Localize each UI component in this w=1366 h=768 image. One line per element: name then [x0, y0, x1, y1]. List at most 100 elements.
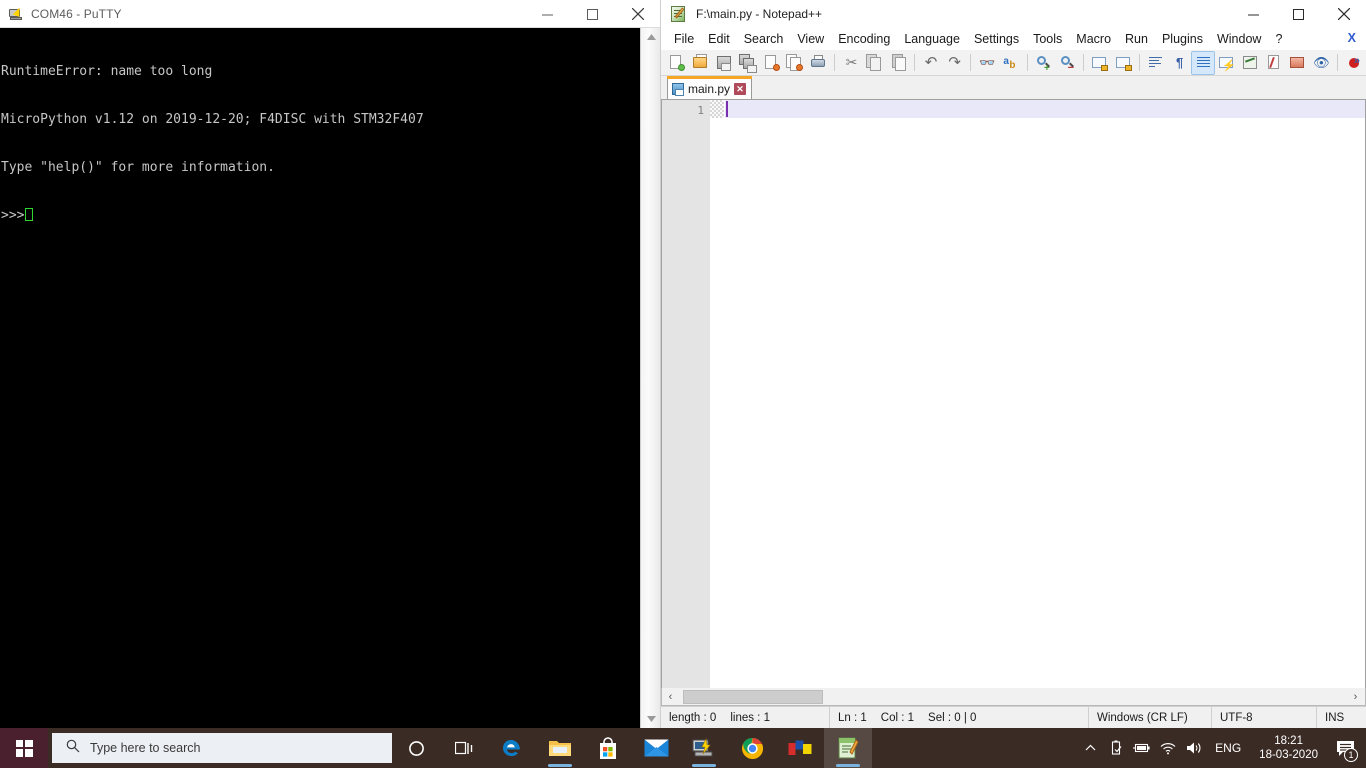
- npp-close-button[interactable]: [1321, 0, 1366, 28]
- putty-title-bar[interactable]: COM46 - PuTTY: [0, 0, 660, 28]
- scroll-up-icon[interactable]: [641, 28, 660, 46]
- tab-close-icon[interactable]: ✕: [734, 82, 747, 95]
- taskbar-item-microsoft-store[interactable]: [584, 728, 632, 768]
- menu-encoding[interactable]: Encoding: [831, 30, 897, 48]
- taskbar-item-notepad-plus-plus[interactable]: [824, 728, 872, 768]
- toolbar-separator: [1337, 54, 1339, 71]
- new-file-icon[interactable]: [665, 51, 689, 75]
- putty-minimize-button[interactable]: [525, 0, 570, 28]
- putty-close-button[interactable]: [615, 0, 660, 28]
- taskbar-app-icons: [392, 728, 872, 768]
- redo-icon[interactable]: ↷: [943, 51, 967, 75]
- toolbar-separator: [1026, 54, 1028, 71]
- action-center-button[interactable]: 1: [1328, 728, 1362, 768]
- menu-macro[interactable]: Macro: [1069, 30, 1118, 48]
- terminal-line: RuntimeError: name too long: [1, 64, 213, 79]
- undo-icon[interactable]: ↶: [919, 51, 943, 75]
- menu-window[interactable]: Window: [1210, 30, 1268, 48]
- terminal-cursor: [25, 208, 34, 221]
- taskbar-item-file-explorer[interactable]: [536, 728, 584, 768]
- menu-file[interactable]: File: [667, 30, 701, 48]
- terminal-prompt-line: >>>: [1, 208, 640, 224]
- taskbar-item-mail[interactable]: [632, 728, 680, 768]
- putty-vertical-scrollbar[interactable]: [640, 28, 660, 728]
- menu-help[interactable]: ?: [1268, 30, 1289, 48]
- tab-label: main.py: [688, 81, 731, 96]
- npp-maximize-button[interactable]: [1276, 0, 1321, 28]
- save-all-icon[interactable]: [736, 51, 760, 75]
- editor-horizontal-scrollbar[interactable]: ‹ ›: [661, 688, 1366, 706]
- taskbar-item-google-chrome[interactable]: [728, 728, 776, 768]
- taskbar-item-microsoft-edge[interactable]: [488, 728, 536, 768]
- npp-editor-area[interactable]: 1: [661, 100, 1366, 688]
- menu-tools[interactable]: Tools: [1026, 30, 1069, 48]
- status-length: length : 0: [669, 711, 717, 724]
- search-placeholder: Type here to search: [90, 741, 201, 755]
- paste-icon[interactable]: [887, 51, 911, 75]
- zoom-in-icon[interactable]: +: [1032, 51, 1056, 75]
- chevron-up-icon[interactable]: [1077, 728, 1103, 768]
- status-encoding: UTF-8: [1220, 711, 1253, 724]
- putty-terminal-body[interactable]: RuntimeError: name too long MicroPython …: [0, 28, 660, 728]
- document-map-icon[interactable]: [1239, 51, 1263, 75]
- close-file-icon[interactable]: [760, 51, 784, 75]
- cut-icon[interactable]: ✂: [839, 51, 863, 75]
- start-button[interactable]: [0, 728, 48, 768]
- menu-view[interactable]: View: [790, 30, 831, 48]
- terminal-prompt: >>>: [1, 208, 25, 223]
- replace-icon[interactable]: ab: [999, 51, 1023, 75]
- save-icon[interactable]: [712, 51, 736, 75]
- clock-time: 18:21: [1274, 735, 1303, 747]
- menu-plugins[interactable]: Plugins: [1155, 30, 1210, 48]
- close-document-button[interactable]: X: [1348, 31, 1356, 45]
- menu-settings[interactable]: Settings: [967, 30, 1026, 48]
- speaker-icon[interactable]: [1181, 728, 1207, 768]
- function-list-icon[interactable]: [1262, 51, 1286, 75]
- find-icon[interactable]: 👓: [975, 51, 999, 75]
- battery-icon[interactable]: [1129, 728, 1155, 768]
- sync-horizontal-scroll-icon[interactable]: [1112, 51, 1136, 75]
- text-caret: [726, 101, 728, 117]
- show-all-characters-icon[interactable]: ¶: [1168, 51, 1192, 75]
- scroll-right-icon[interactable]: ›: [1347, 689, 1364, 705]
- taskbar-item-putty[interactable]: [680, 728, 728, 768]
- menu-edit[interactable]: Edit: [701, 30, 737, 48]
- language-indicator[interactable]: ENG: [1207, 741, 1249, 755]
- task-view-button[interactable]: [440, 728, 488, 768]
- menu-run[interactable]: Run: [1118, 30, 1155, 48]
- tab-main-py[interactable]: main.py ✕: [667, 76, 753, 99]
- line-number-gutter: 1: [662, 100, 710, 688]
- taskbar-clock[interactable]: 18:21 18-03-2020: [1249, 728, 1328, 768]
- npp-minimize-button[interactable]: [1231, 0, 1276, 28]
- tab-save-icon: [672, 82, 684, 96]
- word-wrap-icon[interactable]: [1144, 51, 1168, 75]
- toolbar-separator: [834, 54, 836, 71]
- search-icon: [66, 739, 80, 758]
- hscroll-thumb[interactable]: [683, 689, 823, 704]
- npp-title-bar[interactable]: F:\main.py - Notepad++: [661, 0, 1366, 28]
- wifi-icon[interactable]: [1155, 728, 1181, 768]
- putty-maximize-button[interactable]: [570, 0, 615, 28]
- sync-vertical-scroll-icon[interactable]: [1088, 51, 1112, 75]
- current-line-highlight: [725, 100, 1365, 118]
- folder-as-workspace-icon[interactable]: [1286, 51, 1310, 75]
- copy-icon[interactable]: [863, 51, 887, 75]
- taskbar-search-box[interactable]: Type here to search: [52, 733, 392, 763]
- terminal-line: MicroPython v1.12 on 2019-12-20; F4DISC …: [1, 112, 424, 127]
- monitoring-icon[interactable]: 👁: [1310, 51, 1334, 75]
- zoom-out-icon[interactable]: −: [1055, 51, 1079, 75]
- toolbar-overflow-chevron-icon[interactable]: »: [1354, 55, 1360, 67]
- close-all-icon[interactable]: [783, 51, 807, 75]
- scroll-left-icon[interactable]: ‹: [662, 689, 679, 705]
- user-defined-dialog-icon[interactable]: ⚡: [1215, 51, 1239, 75]
- usb-eject-icon[interactable]: [1103, 728, 1129, 768]
- status-eol: Windows (CR LF): [1097, 711, 1188, 724]
- indent-guide-icon[interactable]: [1191, 50, 1216, 75]
- menu-search[interactable]: Search: [737, 30, 791, 48]
- menu-language[interactable]: Language: [897, 30, 967, 48]
- cortana-button[interactable]: [392, 728, 440, 768]
- taskbar-item-colored-blocks-app[interactable]: [776, 728, 824, 768]
- scroll-down-icon[interactable]: [641, 710, 660, 728]
- print-icon[interactable]: [807, 51, 831, 75]
- open-file-icon[interactable]: [689, 51, 713, 75]
